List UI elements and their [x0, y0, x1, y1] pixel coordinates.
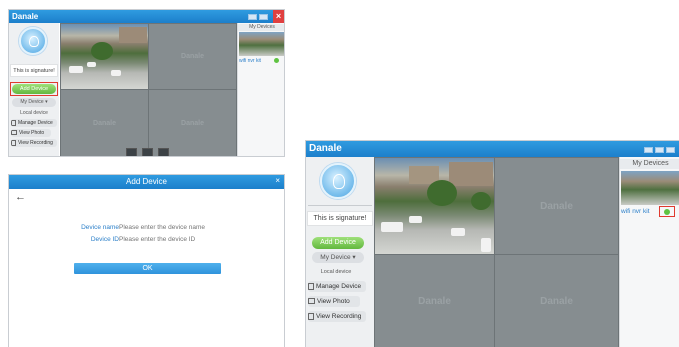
- view-photo-label: View Photo: [19, 130, 45, 136]
- my-device-dropdown[interactable]: My Device ▾: [312, 252, 364, 263]
- device-id-input[interactable]: [119, 234, 229, 244]
- device-name[interactable]: wifi nvr kit: [239, 58, 261, 64]
- video-cell-2[interactable]: Danale: [494, 157, 619, 255]
- devices-panel: My Devices wifi nvr kit: [237, 23, 284, 156]
- ok-button[interactable]: OK: [74, 263, 221, 274]
- watermark-text: Danale: [540, 295, 573, 307]
- watermark-text: Danale: [181, 53, 204, 60]
- view-recording-label: View Recording: [316, 313, 362, 320]
- layout-9-icon[interactable]: [158, 148, 169, 156]
- app-title: Danale: [309, 143, 342, 154]
- watermark-text: Danale: [93, 120, 116, 127]
- avatar[interactable]: [320, 163, 356, 199]
- video-cell-3[interactable]: Danale: [374, 254, 495, 347]
- minimize-icon[interactable]: [644, 147, 653, 153]
- watermark-text: Danale: [418, 295, 451, 307]
- devices-panel-title: My Devices: [620, 159, 679, 169]
- add-device-highlight: [10, 82, 58, 96]
- my-device-label: My Device: [320, 254, 351, 261]
- minimize-icon[interactable]: [248, 14, 257, 20]
- title-bar[interactable]: Danale: [306, 141, 679, 157]
- dialog-close-icon[interactable]: ×: [275, 176, 280, 185]
- maximize-icon[interactable]: [655, 147, 664, 153]
- view-recording-label: View Recording: [18, 140, 53, 146]
- back-arrow-icon[interactable]: ←: [15, 191, 26, 203]
- maximize-icon[interactable]: [259, 14, 268, 20]
- view-recording-button[interactable]: View Recording: [308, 311, 366, 322]
- watermark-text: Danale: [540, 200, 573, 212]
- video-cell-4[interactable]: Danale: [148, 89, 237, 156]
- device-id-label: Device ID: [90, 236, 119, 243]
- online-status-icon: [274, 58, 279, 63]
- signature-text[interactable]: This is signature!: [307, 211, 373, 226]
- video-cell-3[interactable]: Danale: [60, 89, 149, 156]
- status-highlight: [659, 206, 675, 217]
- video-cell-1[interactable]: [374, 157, 495, 255]
- watermark-text: Danale: [181, 120, 204, 127]
- device-thumbnail[interactable]: [239, 32, 284, 56]
- manage-device-button[interactable]: Manage Device: [308, 281, 366, 292]
- view-photo-label: View Photo: [317, 298, 350, 305]
- title-bar[interactable]: Danale ×: [9, 10, 284, 23]
- add-device-button[interactable]: Add Device: [312, 237, 364, 249]
- layout-4-icon[interactable]: [142, 148, 153, 156]
- sidebar: This is signature! Add Device My Device …: [9, 23, 59, 156]
- device-name[interactable]: wifi nvr kit: [621, 208, 650, 215]
- photo-icon: [11, 130, 17, 136]
- device-name-label: Device name: [81, 224, 119, 231]
- avatar[interactable]: [19, 27, 47, 55]
- add-device-label: Add Device: [320, 239, 356, 246]
- recording-icon: [11, 139, 16, 146]
- device-icon: [308, 282, 314, 290]
- dialog-title: Add Device: [126, 177, 167, 186]
- my-device-label: My Device: [20, 99, 44, 105]
- sidebar: This is signature! Add Device My Device …: [306, 157, 374, 347]
- layout-1-icon[interactable]: [126, 148, 137, 156]
- device-thumbnail[interactable]: [621, 171, 679, 205]
- app-title: Danale: [12, 12, 39, 21]
- signature-text[interactable]: This is signature!: [10, 64, 58, 77]
- main-window-small: Danale × This is signature! Add Device M…: [8, 9, 285, 157]
- my-device-dropdown[interactable]: My Device ▾: [12, 98, 56, 107]
- close-icon[interactable]: ×: [273, 10, 284, 23]
- manage-device-label: Manage Device: [316, 283, 362, 290]
- device-name-input[interactable]: [119, 222, 229, 232]
- devices-panel-title: My Devices: [238, 24, 284, 31]
- video-cell-4[interactable]: Danale: [494, 254, 619, 347]
- video-cell-2[interactable]: Danale: [148, 23, 237, 90]
- local-device-label: Local device: [320, 269, 352, 275]
- video-cell-1[interactable]: [60, 23, 149, 90]
- device-icon: [11, 119, 16, 126]
- scroll-indicator: [308, 205, 372, 206]
- photo-icon: [308, 298, 315, 305]
- video-grid: Danale Danale Danale: [60, 23, 237, 156]
- recording-icon: [308, 312, 314, 320]
- view-photo-button[interactable]: View Photo: [308, 296, 360, 307]
- close-icon[interactable]: [666, 147, 675, 153]
- main-window-large: Danale This is signature! Add Device My …: [305, 140, 679, 347]
- view-recording-button[interactable]: View Recording: [11, 139, 57, 147]
- ok-button-label: OK: [142, 265, 153, 272]
- dialog-title-bar[interactable]: Add Device ×: [9, 175, 284, 189]
- video-grid: Danale Danale Danale: [374, 157, 619, 347]
- add-device-dialog: Add Device × ← Device name Device ID OK: [8, 174, 285, 347]
- manage-device-label: Manage Device: [18, 120, 53, 126]
- local-device-label: Local device: [20, 110, 48, 116]
- view-photo-button[interactable]: View Photo: [11, 129, 51, 137]
- devices-panel: My Devices wifi nvr kit: [619, 157, 679, 347]
- manage-device-button[interactable]: Manage Device: [11, 119, 57, 127]
